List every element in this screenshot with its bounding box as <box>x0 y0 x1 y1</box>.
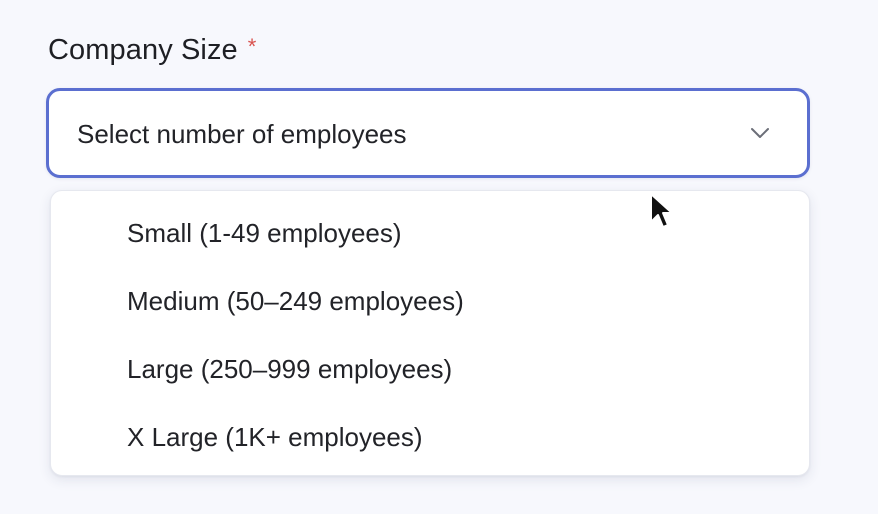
option-small[interactable]: Small (1-49 employees) <box>51 205 809 273</box>
select-placeholder: Select number of employees <box>77 119 407 149</box>
option-x-large[interactable]: X Large (1K+ employees) <box>51 409 809 477</box>
chevron-down-icon <box>751 128 769 138</box>
required-marker: * <box>247 34 257 59</box>
option-medium[interactable]: Medium (50–249 employees) <box>51 273 809 341</box>
company-size-field: Company Size * Select number of employees… <box>0 0 878 514</box>
dropdown-menu: Small (1-49 employees) Medium (50–249 em… <box>50 190 810 476</box>
field-label-text: Company Size <box>48 34 238 66</box>
field-label: Company Size * <box>48 34 256 67</box>
company-size-select[interactable]: Select number of employees <box>46 88 810 178</box>
option-large[interactable]: Large (250–999 employees) <box>51 341 809 409</box>
mouse-pointer-icon <box>650 193 673 228</box>
